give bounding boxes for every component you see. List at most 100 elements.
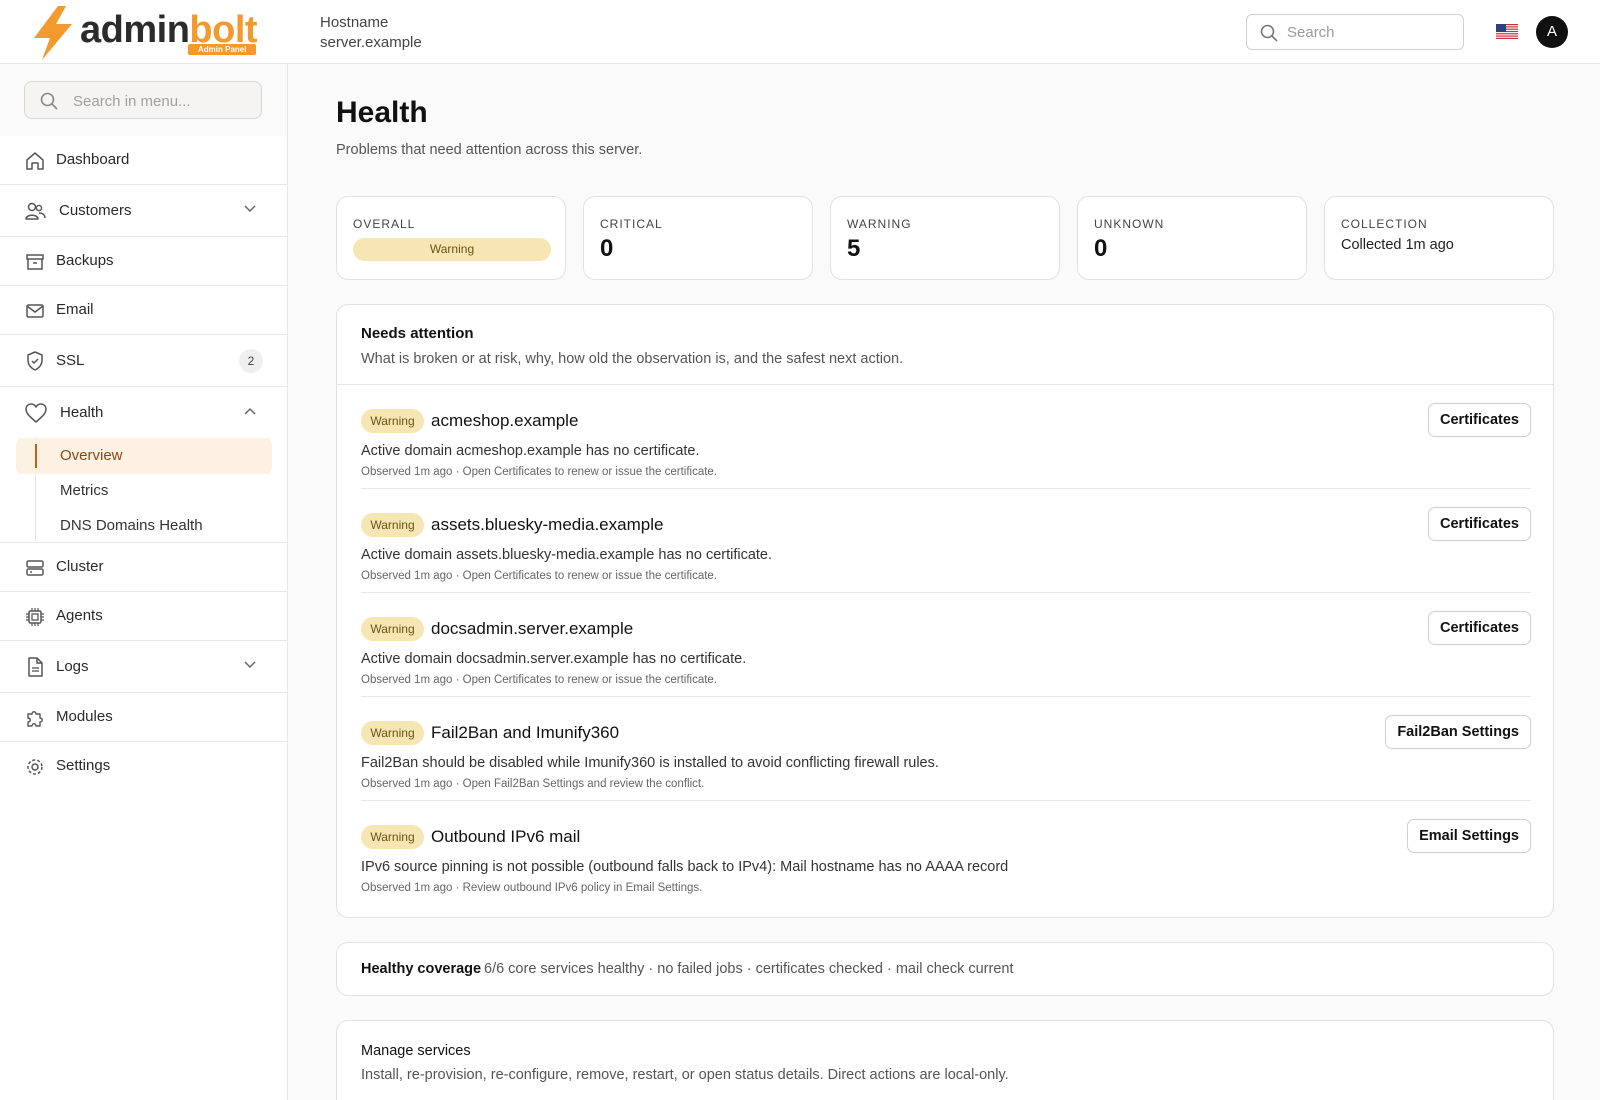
summary-cards: OVERALL Warning CRITICAL 0 WARNING 5 UNK… [336,196,1554,280]
issue-meta: Observed 1m ago · Open Certificates to r… [361,466,718,478]
certificates-button[interactable]: Certificates [1428,611,1531,645]
menu-search-input[interactable] [73,90,253,112]
issue-row: Warning acmeshop.example Active domain a… [361,385,1531,489]
critical-label: CRITICAL [600,217,663,231]
issue-description: Fail2Ban should be disabled while Imunif… [361,755,939,771]
server-icon [26,560,44,576]
sidebar-item-label: Customers [59,202,132,219]
issue-title: docsadmin.server.example [431,619,634,638]
sidebar-item-dashboard[interactable]: Dashboard [0,136,287,185]
puzzle-icon [27,711,43,727]
logo-badge: Admin Panel [188,44,257,55]
certificates-button[interactable]: Certificates [1428,507,1531,541]
severity-badge: Warning [361,721,424,745]
sidebar-item-label: Modules [56,708,113,725]
sidebar-item-logs[interactable]: Logs [0,641,287,693]
global-search[interactable] [1246,14,1464,50]
sidebar-item-agents[interactable]: Agents [0,592,287,641]
issue-row: Warning assets.bluesky-media.example Act… [361,489,1531,593]
issue-title: Outbound IPv6 mail [431,827,581,846]
email-settings-button[interactable]: Email Settings [1407,819,1531,853]
issue-description: Active domain acmeshop.example has no ce… [361,443,700,459]
sidebar-item-health[interactable]: Health [0,387,287,437]
main-content: Health Problems that need attention acro… [288,64,1600,1100]
bolt-logo-icon [34,6,72,60]
sidebar-subitem-metrics[interactable]: Metrics [16,473,272,509]
issue-meta: Observed 1m ago · Review outbound IPv6 p… [361,882,703,894]
warning-card: WARNING 5 [830,196,1060,280]
page-title: Health [336,96,428,129]
certificates-button[interactable]: Certificates [1428,403,1531,437]
healthy-coverage-label: Healthy coverage [361,961,482,977]
sidebar-group-health: Health Overview Metrics DNS Domains Heal… [0,387,287,543]
us-flag-icon[interactable] [1496,24,1518,39]
chevron-up-icon [244,407,256,415]
sidebar-item-modules[interactable]: Modules [0,693,287,742]
sidebar-search-area [0,64,287,136]
sidebar-item-label: Settings [56,757,111,774]
gear-icon [27,759,43,775]
sidebar-subitem-label: DNS Domains Health [60,517,203,534]
sidebar-subitem-overview[interactable]: Overview [16,438,272,474]
needs-attention-subtitle: What is broken or at risk, why, how old … [361,351,904,367]
manage-services-panel: Manage services Install, re-provision, r… [336,1020,1554,1100]
issue-description: Active domain assets.bluesky-media.examp… [361,547,773,563]
needs-attention-title: Needs attention [361,325,474,342]
overall-label: OVERALL [353,217,416,231]
logo-text-admin: admin [80,9,190,51]
warning-count: 5 [847,235,861,262]
sidebar-item-label: Dashboard [56,151,130,168]
cpu-icon [26,608,44,626]
sidebar-item-email[interactable]: Email [0,286,287,335]
issue-title: assets.bluesky-media.example [431,515,664,534]
severity-badge: Warning [361,825,424,849]
sidebar-item-label: Health [60,404,104,421]
sidebar-item-backups[interactable]: Backups [0,237,287,286]
sidebar-subitem-dns-domains-health[interactable]: DNS Domains Health [16,508,272,544]
unknown-label: UNKNOWN [1094,217,1165,231]
overall-card: OVERALL Warning [336,196,566,280]
severity-badge: Warning [361,513,424,537]
fail2ban-settings-button[interactable]: Fail2Ban Settings [1385,715,1531,749]
issue-title: acmeshop.example [431,411,579,430]
users-icon [25,202,46,220]
collection-label: COLLECTION [1341,217,1428,231]
mail-icon [26,304,44,318]
sidebar-item-ssl[interactable]: SSL 2 [0,335,287,387]
hostname-label: Hostname [320,14,389,31]
overall-status-pill: Warning [353,238,551,261]
issue-row: Warning docsadmin.server.example Active … [361,593,1531,697]
logo[interactable]: adminbolt Admin Panel [30,6,260,60]
home-icon [26,152,44,170]
collection-card: COLLECTION Collected 1m ago [1324,196,1554,280]
file-text-icon [28,657,43,677]
severity-badge: Warning [361,617,424,641]
sidebar-item-label: Cluster [56,558,104,575]
sidebar-item-settings[interactable]: Settings [0,742,287,791]
search-icon [40,92,58,110]
menu-search[interactable] [24,81,262,119]
active-indicator [35,444,37,468]
warning-label: WARNING [847,217,912,231]
sidebar-item-label: Agents [56,607,103,624]
manage-services-subtitle: Install, re-provision, re-configure, rem… [361,1067,1009,1083]
issue-description: IPv6 source pinning is not possible (out… [361,859,1009,875]
critical-count: 0 [600,235,614,262]
issue-row: Warning Fail2Ban and Imunify360 Fail2Ban… [361,697,1531,801]
collection-value: Collected 1m ago [1341,237,1454,253]
sidebar-item-customers[interactable]: Customers [0,185,287,237]
severity-badge: Warning [361,409,424,433]
avatar[interactable]: A [1536,16,1568,48]
healthy-coverage-bar: Healthy coverage 6/6 core services healt… [336,942,1554,996]
sidebar-item-label: Logs [56,658,89,675]
hostname-value: server.example [320,34,422,51]
needs-attention-header: Needs attention What is broken or at ris… [337,305,1553,385]
sidebar-item-label: Backups [56,252,114,269]
unknown-card: UNKNOWN 0 [1077,196,1307,280]
chevron-down-icon [244,661,256,669]
critical-card: CRITICAL 0 [583,196,813,280]
sidebar-item-cluster[interactable]: Cluster [0,543,287,592]
heart-icon [25,403,47,423]
issue-meta: Observed 1m ago · Open Fail2Ban Settings… [361,778,705,790]
global-search-input[interactable] [1287,21,1457,43]
